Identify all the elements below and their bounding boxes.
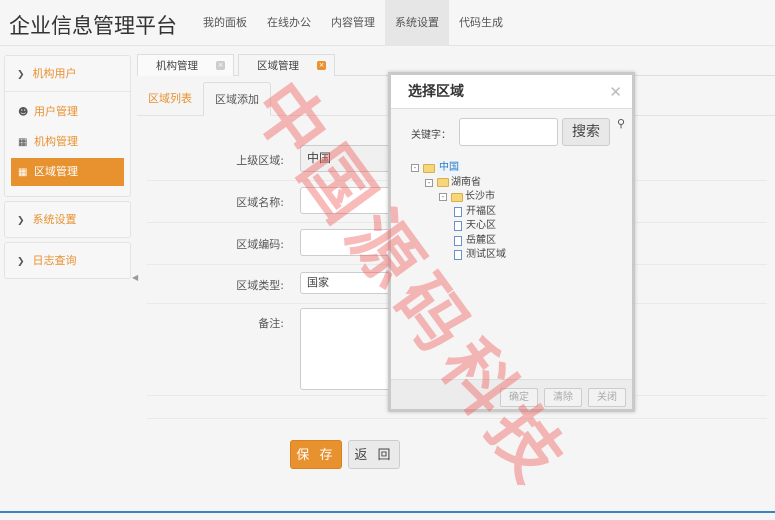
nav-content[interactable]: 内容管理 — [321, 0, 385, 46]
area-type-label: 区域类型: — [236, 279, 284, 292]
tree-node-changsha[interactable]: - 长沙市 — [411, 190, 506, 205]
tab-org-management[interactable]: 机构管理 × — [137, 54, 234, 76]
node-label: 岳麓区 — [466, 234, 496, 246]
tab-label: 机构管理 — [156, 59, 198, 72]
group-label: 机构用户 — [32, 67, 77, 80]
bottom-bar — [0, 511, 775, 513]
nav-dashboard[interactable]: 我的面板 — [193, 0, 257, 46]
search-button[interactable]: 搜索 — [562, 118, 610, 146]
node-label: 测试区域 — [466, 249, 506, 260]
clear-button[interactable]: 清除 — [544, 388, 582, 407]
item-label: 区域管理 — [34, 165, 78, 178]
tree-node-district[interactable]: 岳麓区 — [411, 234, 506, 249]
node-label: 长沙市 — [465, 191, 495, 202]
remark-label: 备注: — [258, 317, 284, 330]
sidebar-group-logs[interactable]: ❯ 日志查询 — [4, 242, 131, 279]
folder-icon — [451, 192, 463, 202]
group-label: 日志查询 — [32, 254, 77, 267]
nav-system-settings[interactable]: 系统设置 — [385, 0, 449, 46]
dialog-close-button[interactable]: 关闭 — [588, 388, 626, 407]
node-label: 开福区 — [466, 205, 496, 217]
nav-codegen[interactable]: 代码生成 — [449, 0, 513, 46]
chevron-down-icon: ❯ — [17, 70, 25, 80]
folder-icon — [423, 163, 435, 173]
app-title: 企业信息管理平台 — [9, 14, 177, 38]
tab-label: 区域管理 — [257, 59, 299, 72]
sidebar-item-orgs[interactable]: ▦ 机构管理 — [11, 128, 124, 156]
collapse-icon[interactable]: - — [411, 164, 419, 173]
area-code-label: 区域编码: — [236, 238, 284, 251]
node-label: 湖南省 — [451, 176, 481, 188]
subtab-area-add[interactable]: 区域添加 — [203, 82, 271, 116]
confirm-button[interactable]: 确定 — [500, 388, 538, 407]
grid-small-icon: ▦ — [18, 167, 28, 178]
file-icon — [454, 235, 462, 246]
sidebar: ❯ 机构用户 ☻ 用户管理 ▦ 机构管理 ▦ 区域管理 ❯ 系统设置 ❯ 日志查询 — [4, 55, 131, 283]
save-button[interactable]: 保 存 — [290, 440, 342, 469]
tab-area-management[interactable]: 区域管理 × — [238, 54, 335, 76]
collapse-icon[interactable]: - — [439, 193, 447, 202]
dialog-title: 选择区域 — [408, 84, 464, 100]
file-icon — [454, 250, 462, 261]
item-label: 用户管理 — [34, 105, 78, 118]
top-nav: 我的面板 在线办公 内容管理 系统设置 代码生成 — [193, 0, 513, 46]
grid-icon: ▦ — [18, 137, 28, 148]
subtab-area-list[interactable]: 区域列表 — [137, 82, 203, 116]
keyword-input[interactable] — [459, 118, 558, 146]
close-icon[interactable]: × — [317, 61, 326, 70]
node-label: 天心区 — [466, 220, 496, 231]
search-icon[interactable]: ⚲ — [617, 117, 625, 130]
sidebar-group-system[interactable]: ❯ 系统设置 — [4, 201, 131, 238]
sidebar-group-header[interactable]: ❯ 机构用户 — [5, 56, 130, 91]
chevron-right-icon: ❯ — [17, 216, 25, 226]
tree-node-hunan[interactable]: - 湖南省 — [411, 176, 506, 191]
keyword-label: 关键字： — [411, 130, 451, 141]
close-icon[interactable]: ✕ — [609, 75, 622, 109]
tree-node-district[interactable]: 开福区 — [411, 205, 506, 220]
group-label: 系统设置 — [32, 213, 77, 226]
select-area-dialog: 选择区域 ✕ 关键字： 搜索 ⚲ - 中国 - 湖南省 - 长沙市 开福区 天心区 岳麓… — [388, 72, 635, 412]
file-icon — [454, 206, 462, 217]
area-tree: - 中国 - 湖南省 - 长沙市 开福区 天心区 岳麓区 测试区域 — [411, 161, 506, 263]
area-name-label: 区域名称: — [236, 196, 284, 209]
folder-icon — [437, 178, 449, 188]
chevron-right-icon: ❯ — [17, 257, 25, 267]
nav-office[interactable]: 在线办公 — [257, 0, 321, 46]
close-icon[interactable]: × — [216, 61, 225, 70]
item-label: 机构管理 — [34, 135, 78, 148]
user-icon: ☻ — [18, 107, 29, 118]
parent-area-label: 上级区域: — [236, 154, 284, 167]
file-icon — [454, 221, 462, 232]
back-button[interactable]: 返 回 — [348, 440, 400, 469]
sidebar-item-areas[interactable]: ▦ 区域管理 — [11, 158, 124, 186]
tree-node-china[interactable]: - 中国 — [411, 161, 506, 176]
tree-node-district[interactable]: 测试区域 — [411, 248, 506, 263]
tree-node-district[interactable]: 天心区 — [411, 219, 506, 234]
top-header: 企业信息管理平台 我的面板 在线办公 内容管理 系统设置 代码生成 — [0, 0, 775, 46]
sidebar-item-users[interactable]: ☻ 用户管理 — [11, 98, 124, 126]
collapse-icon[interactable]: - — [425, 178, 433, 187]
node-label: 中国 — [437, 161, 461, 176]
sidebar-group-org-users: ❯ 机构用户 ☻ 用户管理 ▦ 机构管理 ▦ 区域管理 — [4, 55, 131, 197]
